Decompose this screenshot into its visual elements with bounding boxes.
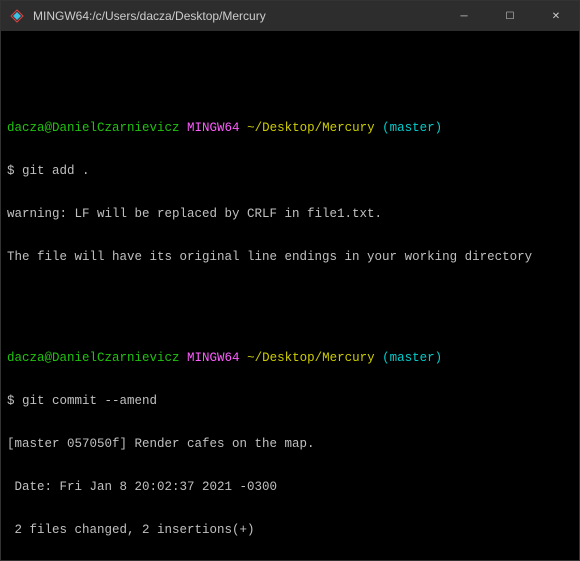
maximize-button[interactable]: ☐ [487,1,533,31]
output-line: warning: LF will be replaced by CRLF in … [7,207,573,221]
terminal-window: MINGW64:/c/Users/dacza/Desktop/Mercury ─… [0,0,580,561]
window-title: MINGW64:/c/Users/dacza/Desktop/Mercury [33,9,441,23]
window-controls: ─ ☐ ✕ [441,1,579,31]
output-line: [master 057050f] Render cafes on the map… [7,437,573,451]
prompt-user: dacza@DanielCzarnievicz [7,121,180,135]
prompt-branch: (master) [382,121,442,135]
output-line: The file will have its original line end… [7,250,573,264]
prompt-line: dacza@DanielCzarnievicz MINGW64 ~/Deskto… [7,351,573,365]
close-button[interactable]: ✕ [533,1,579,31]
prompt-line: dacza@DanielCzarnievicz MINGW64 ~/Deskto… [7,121,573,135]
output-line: Date: Fri Jan 8 20:02:37 2021 -0300 [7,480,573,494]
terminal-body[interactable]: dacza@DanielCzarnievicz MINGW64 ~/Deskto… [1,31,579,560]
titlebar[interactable]: MINGW64:/c/Users/dacza/Desktop/Mercury ─… [1,1,579,31]
output-line: 2 files changed, 2 insertions(+) [7,523,573,537]
command-line: $ git commit --amend [7,394,573,408]
app-icon [9,8,25,24]
prompt-shell: MINGW64 [187,121,240,135]
minimize-button[interactable]: ─ [441,1,487,31]
prompt-path: ~/Desktop/Mercury [247,121,375,135]
command-line: $ git add . [7,164,573,178]
